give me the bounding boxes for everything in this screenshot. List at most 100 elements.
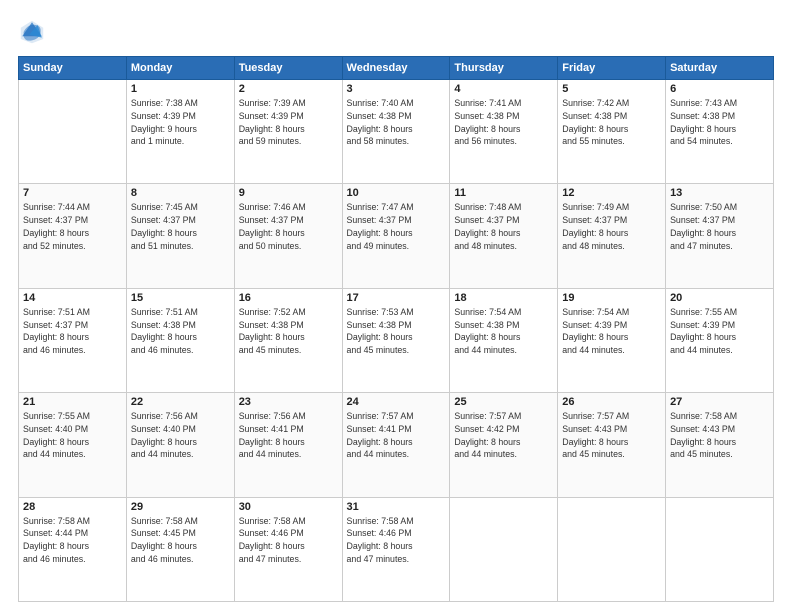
day-info: Sunrise: 7:56 AM Sunset: 4:40 PM Dayligh… — [131, 410, 230, 461]
calendar-cell: 19 Sunrise: 7:54 AM Sunset: 4:39 PM Dayli… — [558, 288, 666, 392]
day-info: Sunrise: 7:46 AM Sunset: 4:37 PM Dayligh… — [239, 201, 338, 252]
day-info: Sunrise: 7:57 AM Sunset: 4:42 PM Dayligh… — [454, 410, 553, 461]
calendar-cell — [19, 80, 127, 184]
calendar-weekday: Saturday — [666, 57, 774, 80]
calendar-cell: 9 Sunrise: 7:46 AM Sunset: 4:37 PM Daylig… — [234, 184, 342, 288]
calendar-cell: 8 Sunrise: 7:45 AM Sunset: 4:37 PM Daylig… — [126, 184, 234, 288]
day-number: 4 — [454, 83, 553, 95]
calendar-cell: 16 Sunrise: 7:52 AM Sunset: 4:38 PM Dayli… — [234, 288, 342, 392]
day-number: 19 — [562, 292, 661, 304]
calendar: SundayMondayTuesdayWednesdayThursdayFrid… — [18, 56, 774, 602]
day-info: Sunrise: 7:56 AM Sunset: 4:41 PM Dayligh… — [239, 410, 338, 461]
day-number: 11 — [454, 187, 553, 199]
day-number: 5 — [562, 83, 661, 95]
calendar-weekday: Tuesday — [234, 57, 342, 80]
day-info: Sunrise: 7:51 AM Sunset: 4:38 PM Dayligh… — [131, 306, 230, 357]
calendar-cell: 11 Sunrise: 7:48 AM Sunset: 4:37 PM Dayli… — [450, 184, 558, 288]
calendar-cell: 7 Sunrise: 7:44 AM Sunset: 4:37 PM Daylig… — [19, 184, 127, 288]
calendar-cell: 22Sunrise: 7:56 AM Sunset: 4:40 PM Dayli… — [126, 393, 234, 497]
calendar-week-row: 28Sunrise: 7:58 AM Sunset: 4:44 PM Dayli… — [19, 497, 774, 601]
calendar-cell — [666, 497, 774, 601]
day-number: 16 — [239, 292, 338, 304]
calendar-cell: 31 Sunrise: 7:58 AM Sunset: 4:46 PM Dayli… — [342, 497, 450, 601]
day-number: 21 — [23, 396, 122, 408]
day-number: 12 — [562, 187, 661, 199]
day-number: 6 — [670, 83, 769, 95]
day-number: 3 — [347, 83, 446, 95]
day-number: 2 — [239, 83, 338, 95]
calendar-cell: 17 Sunrise: 7:53 AM Sunset: 4:38 PM Dayli… — [342, 288, 450, 392]
day-number: 13 — [670, 187, 769, 199]
day-info: Sunrise: 7:58 AM Sunset: 4:43 PM Dayligh… — [670, 410, 769, 461]
day-number: 8 — [131, 187, 230, 199]
page: SundayMondayTuesdayWednesdayThursdayFrid… — [0, 0, 792, 612]
day-number: 7 — [23, 187, 122, 199]
day-info: Sunrise: 7:41 AM Sunset: 4:38 PM Dayligh… — [454, 97, 553, 148]
calendar-cell: 12 Sunrise: 7:49 AM Sunset: 4:37 PM Dayli… — [558, 184, 666, 288]
calendar-cell: 21 Sunrise: 7:55 AM Sunset: 4:40 PM Dayli… — [19, 393, 127, 497]
day-number: 14 — [23, 292, 122, 304]
day-number: 29 — [131, 501, 230, 513]
day-info: Sunrise: 7:58 AM Sunset: 4:46 PM Dayligh… — [347, 515, 446, 566]
calendar-cell: 2 Sunrise: 7:39 AM Sunset: 4:39 PM Daylig… — [234, 80, 342, 184]
day-number: 25 — [454, 396, 553, 408]
day-info: Sunrise: 7:52 AM Sunset: 4:38 PM Dayligh… — [239, 306, 338, 357]
calendar-cell: 14 Sunrise: 7:51 AM Sunset: 4:37 PM Dayli… — [19, 288, 127, 392]
day-number: 9 — [239, 187, 338, 199]
calendar-cell: 5Sunrise: 7:42 AM Sunset: 4:38 PM Daylig… — [558, 80, 666, 184]
day-number: 1 — [131, 83, 230, 95]
logo-icon — [18, 18, 46, 46]
calendar-cell — [450, 497, 558, 601]
day-info: Sunrise: 7:45 AM Sunset: 4:37 PM Dayligh… — [131, 201, 230, 252]
calendar-cell: 3 Sunrise: 7:40 AM Sunset: 4:38 PM Daylig… — [342, 80, 450, 184]
day-info: Sunrise: 7:55 AM Sunset: 4:39 PM Dayligh… — [670, 306, 769, 357]
calendar-weekday: Wednesday — [342, 57, 450, 80]
calendar-cell: 28Sunrise: 7:58 AM Sunset: 4:44 PM Dayli… — [19, 497, 127, 601]
calendar-cell: 23 Sunrise: 7:56 AM Sunset: 4:41 PM Dayli… — [234, 393, 342, 497]
day-info: Sunrise: 7:49 AM Sunset: 4:37 PM Dayligh… — [562, 201, 661, 252]
day-info: Sunrise: 7:58 AM Sunset: 4:44 PM Dayligh… — [23, 515, 122, 566]
calendar-week-row: 21 Sunrise: 7:55 AM Sunset: 4:40 PM Dayli… — [19, 393, 774, 497]
day-number: 30 — [239, 501, 338, 513]
day-info: Sunrise: 7:53 AM Sunset: 4:38 PM Dayligh… — [347, 306, 446, 357]
day-number: 23 — [239, 396, 338, 408]
calendar-cell: 26Sunrise: 7:57 AM Sunset: 4:43 PM Dayli… — [558, 393, 666, 497]
day-number: 20 — [670, 292, 769, 304]
calendar-cell: 24Sunrise: 7:57 AM Sunset: 4:41 PM Dayli… — [342, 393, 450, 497]
calendar-weekday: Monday — [126, 57, 234, 80]
day-info: Sunrise: 7:50 AM Sunset: 4:37 PM Dayligh… — [670, 201, 769, 252]
day-info: Sunrise: 7:58 AM Sunset: 4:45 PM Dayligh… — [131, 515, 230, 566]
day-info: Sunrise: 7:48 AM Sunset: 4:37 PM Dayligh… — [454, 201, 553, 252]
calendar-weekday: Friday — [558, 57, 666, 80]
calendar-cell: 15Sunrise: 7:51 AM Sunset: 4:38 PM Dayli… — [126, 288, 234, 392]
day-number: 17 — [347, 292, 446, 304]
day-info: Sunrise: 7:40 AM Sunset: 4:38 PM Dayligh… — [347, 97, 446, 148]
day-info: Sunrise: 7:43 AM Sunset: 4:38 PM Dayligh… — [670, 97, 769, 148]
calendar-header-row: SundayMondayTuesdayWednesdayThursdayFrid… — [19, 57, 774, 80]
calendar-cell: 6 Sunrise: 7:43 AM Sunset: 4:38 PM Daylig… — [666, 80, 774, 184]
logo — [18, 18, 50, 46]
day-info: Sunrise: 7:54 AM Sunset: 4:38 PM Dayligh… — [454, 306, 553, 357]
day-info: Sunrise: 7:39 AM Sunset: 4:39 PM Dayligh… — [239, 97, 338, 148]
calendar-cell — [558, 497, 666, 601]
calendar-week-row: 1 Sunrise: 7:38 AM Sunset: 4:39 PM Daylig… — [19, 80, 774, 184]
day-number: 31 — [347, 501, 446, 513]
day-number: 10 — [347, 187, 446, 199]
day-info: Sunrise: 7:38 AM Sunset: 4:39 PM Dayligh… — [131, 97, 230, 148]
day-info: Sunrise: 7:55 AM Sunset: 4:40 PM Dayligh… — [23, 410, 122, 461]
calendar-week-row: 14 Sunrise: 7:51 AM Sunset: 4:37 PM Dayli… — [19, 288, 774, 392]
day-number: 24 — [347, 396, 446, 408]
calendar-cell: 4 Sunrise: 7:41 AM Sunset: 4:38 PM Daylig… — [450, 80, 558, 184]
day-info: Sunrise: 7:54 AM Sunset: 4:39 PM Dayligh… — [562, 306, 661, 357]
day-info: Sunrise: 7:51 AM Sunset: 4:37 PM Dayligh… — [23, 306, 122, 357]
calendar-week-row: 7 Sunrise: 7:44 AM Sunset: 4:37 PM Daylig… — [19, 184, 774, 288]
day-number: 18 — [454, 292, 553, 304]
day-number: 27 — [670, 396, 769, 408]
day-info: Sunrise: 7:58 AM Sunset: 4:46 PM Dayligh… — [239, 515, 338, 566]
calendar-weekday: Sunday — [19, 57, 127, 80]
day-info: Sunrise: 7:44 AM Sunset: 4:37 PM Dayligh… — [23, 201, 122, 252]
calendar-weekday: Thursday — [450, 57, 558, 80]
calendar-cell: 29 Sunrise: 7:58 AM Sunset: 4:45 PM Dayli… — [126, 497, 234, 601]
day-info: Sunrise: 7:47 AM Sunset: 4:37 PM Dayligh… — [347, 201, 446, 252]
calendar-cell: 1 Sunrise: 7:38 AM Sunset: 4:39 PM Daylig… — [126, 80, 234, 184]
